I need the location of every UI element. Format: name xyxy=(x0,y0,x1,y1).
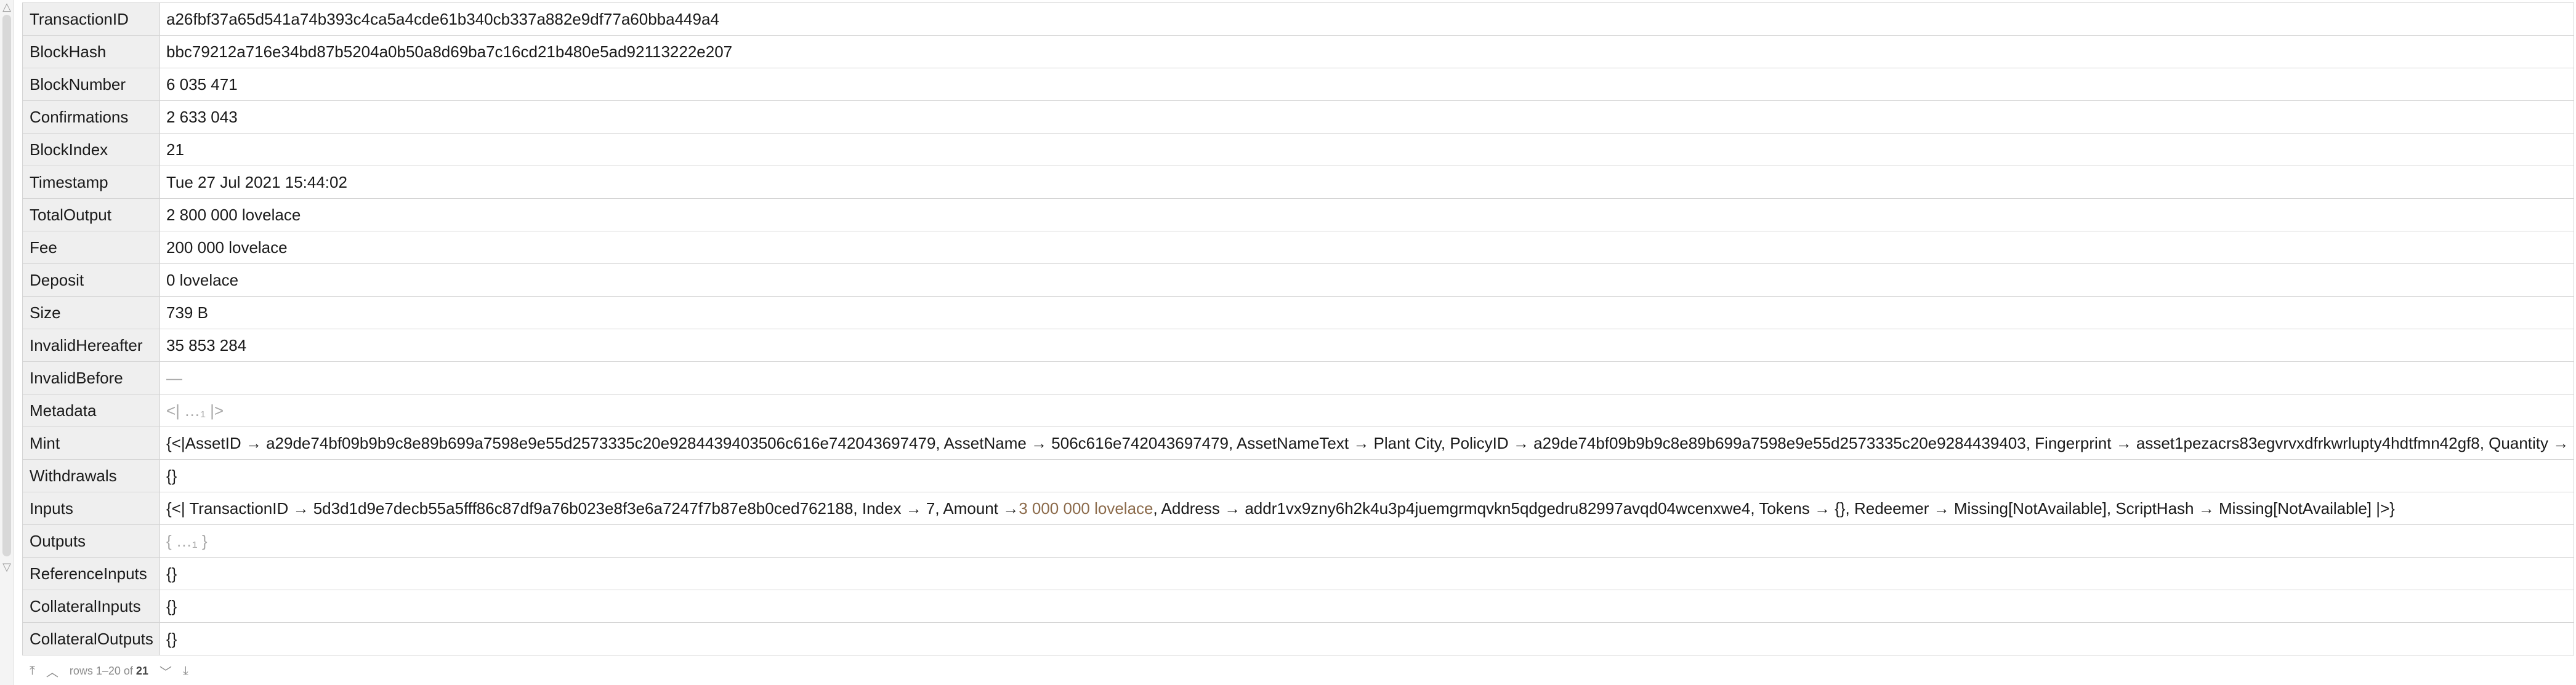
table-row: CollateralInputs{} xyxy=(22,590,2574,623)
row-value: 6 035 471 xyxy=(160,68,2574,100)
row-value: {<| TransactionID → 5d3d1d9e7decb55a5fff… xyxy=(160,492,2574,524)
table-row: Withdrawals{} xyxy=(22,460,2574,492)
row-value: 200 000 lovelace xyxy=(160,231,2574,263)
previous-page-icon[interactable]: ︿ xyxy=(46,662,59,680)
scrollbar-thumb[interactable] xyxy=(2,15,11,556)
inputs-text-post: , Address → addr1vx9zny6h2k4u3p4juemgrmq… xyxy=(1153,499,2395,518)
row-value: {} xyxy=(160,590,2574,622)
rows-range-label: rows 1–20 of 21 xyxy=(70,665,148,678)
row-key: Fee xyxy=(22,231,160,263)
row-key: BlockNumber xyxy=(22,68,160,100)
row-value: 739 B xyxy=(160,297,2574,329)
row-key: Inputs xyxy=(22,492,160,524)
row-key: Outputs xyxy=(22,525,160,557)
next-page-icon[interactable]: ﹀ xyxy=(159,662,172,680)
metadata-elided-value[interactable]: <| …₁ |> xyxy=(160,395,2574,427)
table-row: TotalOutput 2 800 000 lovelace xyxy=(22,199,2574,231)
outputs-elided-value[interactable]: { …₁ } xyxy=(160,525,2574,557)
pagination-bar: ⤒ ︿ rows 1–20 of 21 ﹀ ⤓ xyxy=(22,660,2576,682)
row-key: CollateralOutputs xyxy=(22,623,160,655)
table-row: CollateralOutputs{} xyxy=(22,623,2574,655)
table-row: Metadata <| …₁ |> xyxy=(22,395,2574,427)
row-key: BlockIndex xyxy=(22,134,160,166)
rows-total: 21 xyxy=(135,664,148,677)
table-row: InvalidHereafter 35 853 284 xyxy=(22,329,2574,362)
row-key: Timestamp xyxy=(22,166,160,198)
table-row: ReferenceInputs{} xyxy=(22,558,2574,590)
table-row: Fee 200 000 lovelace xyxy=(22,231,2574,264)
row-key: TotalOutput xyxy=(22,199,160,231)
table-row: BlockIndex 21 xyxy=(22,134,2574,166)
row-value: {} xyxy=(160,558,2574,590)
table-row: TransactionID a26fbf37a65d541a74b393c4ca5… xyxy=(22,3,2574,36)
dataset-grid: TransactionID a26fbf37a65d541a74b393c4ca5… xyxy=(22,2,2574,655)
row-value: 0 lovelace xyxy=(160,264,2574,296)
table-row: Outputs{ …₁ } xyxy=(22,525,2574,558)
row-value: Tue 27 Jul 2021 15:44:02 xyxy=(160,166,2574,198)
last-page-icon[interactable]: ⤓ xyxy=(183,664,188,678)
inputs-text-pre: {<| TransactionID → 5d3d1d9e7decb55a5fff… xyxy=(166,499,1019,518)
row-key: InvalidBefore xyxy=(22,362,160,394)
table-row: Size 739 B xyxy=(22,297,2574,329)
row-value: {<|AssetID → a29de74bf09b9b9c8e89b699a75… xyxy=(160,427,2574,459)
row-value: {} xyxy=(160,623,2574,655)
row-key: Confirmations xyxy=(22,101,160,133)
table-row: BlockNumber 6 035 471 xyxy=(22,68,2574,101)
row-value: a26fbf37a65d541a74b393c4ca5a4cde61b340cb… xyxy=(160,3,2574,35)
row-value: 2 633 043 xyxy=(160,101,2574,133)
scroll-up-icon[interactable]: △ xyxy=(0,0,14,14)
row-key: Size xyxy=(22,297,160,329)
row-key: BlockHash xyxy=(22,36,160,68)
row-value: {} xyxy=(160,460,2574,492)
row-value: — xyxy=(160,362,2574,394)
rows-range-text: rows 1–20 of xyxy=(69,664,133,677)
row-key: Withdrawals xyxy=(22,460,160,492)
table-row: InvalidBefore — xyxy=(22,362,2574,395)
table-row: Inputs {<| TransactionID → 5d3d1d9e7decb5… xyxy=(22,492,2574,525)
table-row: Mint {<|AssetID → a29de74bf09b9b9c8e89b69… xyxy=(22,427,2574,460)
row-key: ReferenceInputs xyxy=(22,558,160,590)
row-key: TransactionID xyxy=(22,3,160,35)
table-row: Deposit 0 lovelace xyxy=(22,264,2574,297)
scroll-down-icon[interactable]: ▽ xyxy=(0,560,14,574)
row-value: 21 xyxy=(160,134,2574,166)
row-value: 2 800 000 lovelace xyxy=(160,199,2574,231)
table-row: BlockHash bbc79212a716e34bd87b5204a0b50a8… xyxy=(22,36,2574,68)
row-key: CollateralInputs xyxy=(22,590,160,622)
inputs-amount: 3 000 000 lovelace xyxy=(1019,499,1153,518)
row-key: Metadata xyxy=(22,395,160,427)
row-key: InvalidHereafter xyxy=(22,329,160,361)
row-value: bbc79212a716e34bd87b5204a0b50a8d69ba7c16… xyxy=(160,36,2574,68)
table-row: Confirmations 2 633 043 xyxy=(22,101,2574,134)
row-value: 35 853 284 xyxy=(160,329,2574,361)
first-page-icon[interactable]: ⤒ xyxy=(30,664,35,678)
vertical-scrollbar[interactable]: △ ▽ xyxy=(0,0,14,685)
row-key: Mint xyxy=(22,427,160,459)
row-key: Deposit xyxy=(22,264,160,296)
table-row: Timestamp Tue 27 Jul 2021 15:44:02 xyxy=(22,166,2574,199)
